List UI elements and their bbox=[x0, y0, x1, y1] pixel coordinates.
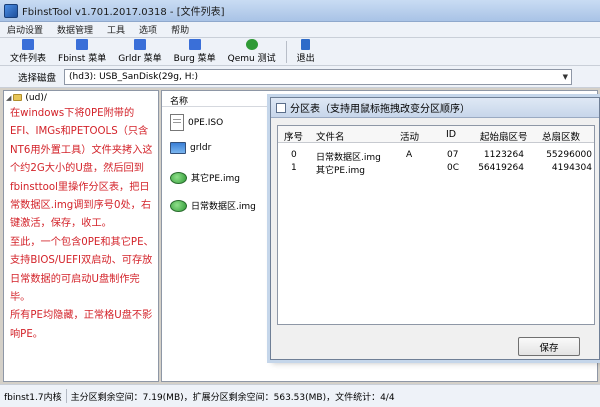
exit-button[interactable]: 退出 bbox=[291, 38, 321, 65]
menu-bar: 启动设置 数据管理 工具 选项 帮助 bbox=[0, 22, 600, 38]
title-bar: FbinstTool v1.701.2017.0318 - [文件列表] bbox=[0, 0, 600, 22]
save-button[interactable]: 保存 bbox=[518, 337, 580, 356]
iso-file-icon bbox=[170, 114, 184, 131]
fbinst-menu-button[interactable]: Fbinst 菜单 bbox=[52, 38, 112, 65]
partition-table-dialog: 分区表（支持用鼠标拖拽改变分区顺序） 序号 文件名 活动 ID 起始扇区号 总扇… bbox=[270, 97, 600, 360]
fbinst-menu-icon bbox=[76, 39, 89, 50]
grldr-menu-icon bbox=[133, 39, 146, 50]
expand-arrow-icon[interactable]: ◢ bbox=[6, 94, 11, 102]
tree-root-label: (ud)/ bbox=[25, 92, 47, 103]
disk-select-label: 选择磁盘 bbox=[18, 72, 57, 84]
folder-icon bbox=[13, 94, 23, 101]
disk-select[interactable]: (hd3): USB_SanDisk(29g, H:) ▼ bbox=[64, 68, 573, 85]
file-list-button[interactable]: 文件列表 bbox=[4, 38, 52, 65]
column-name[interactable]: 名称 bbox=[170, 94, 188, 107]
burg-menu-icon bbox=[188, 39, 201, 50]
menu-data-management[interactable]: 数据管理 bbox=[50, 23, 100, 36]
window-icon bbox=[276, 102, 286, 113]
column-total-sectors[interactable]: 总扇区数 bbox=[542, 129, 580, 143]
dialog-title: 分区表（支持用鼠标拖拽改变分区顺序） bbox=[290, 104, 470, 115]
disk-image-icon bbox=[170, 199, 187, 212]
file-item[interactable]: 日常数据区.img bbox=[170, 199, 256, 212]
note-paragraph: 所有PE均隐藏，正常格U盘不影响PE。 bbox=[10, 310, 153, 340]
menu-boot-settings[interactable]: 启动设置 bbox=[0, 23, 50, 36]
disk-select-value: (hd3): USB_SanDisk(29g, H:) bbox=[69, 71, 199, 82]
window-title: FbinstTool v1.701.2017.0318 - [文件列表] bbox=[22, 7, 225, 18]
tree-panel: ◢ (ud)/ 在windows下将0PE附带的EFI、IMGs和PETOOLS… bbox=[3, 90, 159, 382]
tree-root-node[interactable]: ◢ (ud)/ bbox=[4, 91, 158, 104]
qemu-test-icon bbox=[245, 39, 258, 50]
burg-menu-button[interactable]: Burg 菜单 bbox=[168, 38, 222, 65]
column-filename[interactable]: 文件名 bbox=[316, 129, 345, 143]
kernel-status: fbinst1.7内核 bbox=[4, 392, 62, 403]
instruction-note: 在windows下将0PE附带的EFI、IMGs和PETOOLS（只含NT6用外… bbox=[4, 105, 158, 344]
menu-tools[interactable]: 工具 bbox=[100, 23, 132, 36]
file-list-icon bbox=[22, 39, 34, 50]
file-item[interactable]: grldr bbox=[170, 142, 211, 154]
disk-image-icon bbox=[170, 171, 187, 184]
disk-selector-row: 选择磁盘 (hd3): USB_SanDisk(29g, H:) ▼ bbox=[0, 66, 600, 88]
toolbar-separator bbox=[285, 41, 287, 63]
partition-table: 序号 文件名 活动 ID 起始扇区号 总扇区数 0 日常数据区.img A 07… bbox=[277, 125, 595, 325]
column-active[interactable]: 活动 bbox=[400, 129, 419, 143]
column-id[interactable]: ID bbox=[446, 129, 456, 140]
grldr-menu-button[interactable]: Grldr 菜单 bbox=[112, 38, 167, 65]
app-icon bbox=[4, 3, 18, 18]
space-status: 主分区剩余空间：7.19(MB)，扩展分区剩余空间：563.53(MB)，文件统… bbox=[70, 392, 395, 403]
column-start-sector[interactable]: 起始扇区号 bbox=[480, 129, 528, 143]
chevron-down-icon[interactable]: ▼ bbox=[563, 73, 568, 81]
monitor-icon bbox=[170, 142, 186, 154]
file-item[interactable]: 其它PE.img bbox=[170, 171, 240, 184]
exit-icon bbox=[301, 39, 311, 50]
note-paragraph: 至此，一个包含0PE和其它PE、支持BIOS/UEFI双启动、可存放日常数据的可… bbox=[10, 236, 154, 304]
menu-options[interactable]: 选项 bbox=[132, 23, 164, 36]
note-paragraph: 在windows下将0PE附带的EFI、IMGs和PETOOLS（只含NT6用外… bbox=[10, 108, 153, 230]
qemu-test-button[interactable]: Qemu 测试 bbox=[222, 38, 282, 65]
status-bar: fbinst1.7内核 主分区剩余空间：7.19(MB)，扩展分区剩余空间：56… bbox=[0, 384, 600, 407]
partition-table-header: 序号 文件名 活动 ID 起始扇区号 总扇区数 bbox=[278, 126, 594, 143]
toolbar: 文件列表 Fbinst 菜单 Grldr 菜单 Burg 菜单 Qemu 测试 … bbox=[0, 38, 600, 66]
column-index[interactable]: 序号 bbox=[284, 129, 303, 143]
menu-help[interactable]: 帮助 bbox=[164, 23, 196, 36]
file-item[interactable]: 0PE.ISO bbox=[170, 114, 223, 131]
dialog-title-bar: 分区表（支持用鼠标拖拽改变分区顺序） bbox=[271, 98, 599, 118]
